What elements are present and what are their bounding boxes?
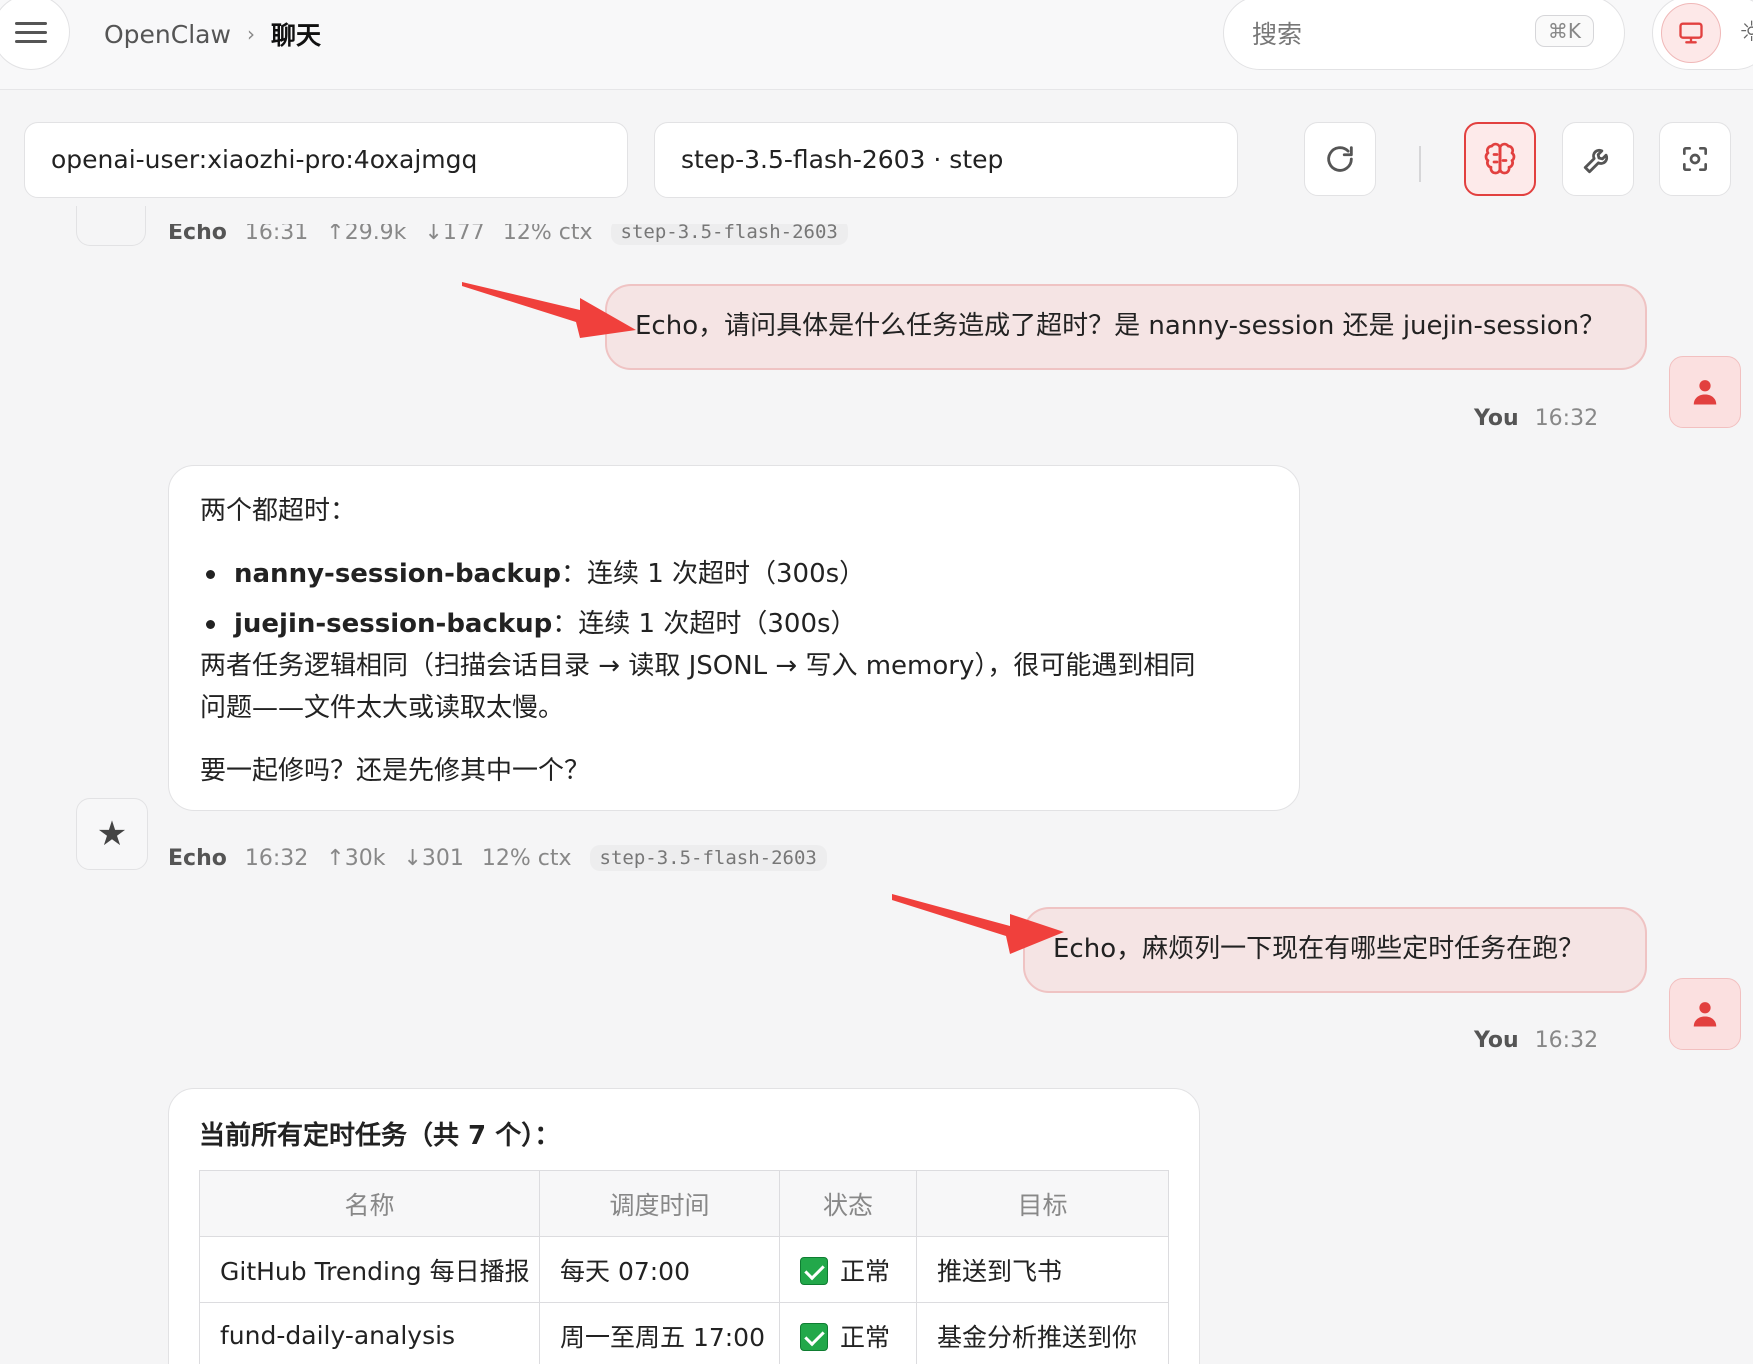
- annotation-arrow: [462, 282, 636, 338]
- menu-icon: [15, 16, 47, 49]
- task-name-cell: GitHub Trending 每日播报: [199, 1236, 540, 1303]
- thinking-toggle-button[interactable]: [1464, 122, 1536, 196]
- status-cell: 正常: [779, 1302, 917, 1364]
- message-meta: Echo 16:32 ↑30k ↓301 12% ctx step-3.5-fl…: [168, 845, 827, 871]
- message-title: 当前所有定时任务（共 7 个）：: [199, 1121, 561, 1151]
- task-name: nanny-session-backup: [234, 559, 561, 589]
- message-question: 要一起修吗？还是先修其中一个？: [200, 756, 591, 786]
- task-detail: ：连续 1 次超时（300s）: [560, 559, 866, 589]
- message-time: 16:31: [244, 224, 309, 245]
- breadcrumb-separator: ›: [246, 22, 255, 46]
- message-time: 16:32: [244, 845, 309, 871]
- refresh-icon: [1327, 146, 1353, 172]
- column-header: 目标: [916, 1170, 1169, 1237]
- message-meta: Echo 16:31 ↑29.9k ↓177 12% ctx step-3.5-…: [168, 224, 848, 252]
- tokens-down: ↓177: [424, 224, 485, 245]
- message-time: 16:32: [1534, 1028, 1599, 1053]
- wrench-icon: [1583, 148, 1609, 174]
- sender-name: You: [1474, 406, 1519, 431]
- message-intro: 两个都超时：: [200, 496, 357, 526]
- bullet-list: nanny-session-backup：连续 1 次超时（300s） juej…: [200, 549, 865, 649]
- status-cell: 正常: [779, 1236, 917, 1303]
- breadcrumb-current: 聊天: [270, 21, 321, 50]
- sun-icon[interactable]: ☼: [1739, 15, 1753, 48]
- column-header: 名称: [199, 1170, 540, 1237]
- status-text: 正常: [840, 1256, 891, 1286]
- assistant-avatar: [76, 206, 146, 246]
- focus-mode-button[interactable]: [1659, 122, 1731, 196]
- column-header: 调度时间: [539, 1170, 780, 1237]
- context-usage: 12% ctx: [502, 224, 593, 245]
- status-text: 正常: [840, 1322, 891, 1352]
- table-row: GitHub Trending 每日播报 每天 07:00 正常 推送到飞书: [199, 1236, 1169, 1303]
- target-cell: 基金分析推送到你: [916, 1302, 1169, 1364]
- sender-name: Echo: [168, 845, 227, 871]
- monitor-icon: [1679, 22, 1703, 44]
- task-detail: ：连续 1 次超时（300s）: [552, 609, 857, 639]
- theme-toggle: ☼: [1652, 0, 1753, 70]
- assistant-message: 两个都超时： nanny-session-backup：连续 1 次超时（300…: [168, 465, 1300, 811]
- context-usage: 12% ctx: [481, 845, 572, 871]
- menu-button[interactable]: [0, 0, 70, 70]
- top-bar: OpenClaw › 聊天 搜索 ⌘K ☼: [0, 0, 1753, 90]
- schedule-cell: 每天 07:00: [539, 1236, 780, 1303]
- task-name-cell: fund-daily-analysis: [199, 1302, 540, 1364]
- monitor-theme-button[interactable]: [1661, 3, 1721, 63]
- task-name: juejin-session-backup: [234, 609, 553, 639]
- user-message: Echo，麻烦列一下现在有哪些定时任务在跑？: [1023, 907, 1647, 993]
- user-icon: [1693, 380, 1717, 405]
- tokens-up: ↑29.9k: [326, 224, 407, 245]
- refresh-button[interactable]: [1304, 122, 1376, 196]
- session-select[interactable]: openai-user:xiaozhi-pro:4oxajmgq: [24, 122, 628, 198]
- sender-name: You: [1474, 1028, 1519, 1053]
- message-meta: You 16:32: [1474, 1028, 1598, 1053]
- sender-name: Echo: [168, 224, 227, 245]
- user-icon: [1693, 1002, 1717, 1027]
- search-input[interactable]: 搜索 ⌘K: [1223, 0, 1625, 70]
- message-time: 16:32: [1534, 406, 1599, 431]
- list-item: juejin-session-backup：连续 1 次超时（300s）: [200, 599, 865, 649]
- search-placeholder: 搜索: [1252, 20, 1303, 49]
- column-header: 状态: [779, 1170, 917, 1237]
- brain-icon: [1484, 142, 1516, 175]
- star-icon: ★: [96, 814, 128, 854]
- user-avatar: [1669, 978, 1741, 1050]
- list-item: nanny-session-backup：连续 1 次超时（300s）: [200, 549, 865, 599]
- table-row: fund-daily-analysis 周一至周五 17:00 正常 基金分析推…: [199, 1302, 1169, 1364]
- message-body-line: 两者任务逻辑相同（扫描会话目录 → 读取 JSONL → 写入 memory），…: [200, 651, 1196, 681]
- user-message: Echo，请问具体是什么任务造成了超时？是 nanny-session 还是 j…: [605, 284, 1647, 370]
- check-icon: [800, 1256, 828, 1285]
- model-select[interactable]: step-3.5-flash-2603 · step: [654, 122, 1238, 198]
- breadcrumb: OpenClaw › 聊天: [104, 16, 321, 52]
- target-cell: 推送到飞书: [916, 1236, 1169, 1303]
- search-shortcut: ⌘K: [1534, 15, 1594, 47]
- schedule-cell: 周一至周五 17:00: [539, 1302, 780, 1364]
- table-header-row: 名称 调度时间 状态 目标: [199, 1170, 1169, 1237]
- cron-task-table: 名称 调度时间 状态 目标 GitHub Trending 每日播报 每天 07…: [199, 1170, 1169, 1364]
- toolbar-divider: [1419, 146, 1421, 182]
- user-avatar: [1669, 356, 1741, 428]
- focus-icon: [1683, 147, 1707, 171]
- message-meta: You 16:32: [1474, 406, 1598, 431]
- assistant-message: 当前所有定时任务（共 7 个）： 名称 调度时间 状态 目标 GitHub Tr…: [168, 1088, 1200, 1364]
- message-body-line: 问题——文件太大或读取太慢。: [200, 693, 565, 723]
- tools-button[interactable]: [1562, 122, 1634, 196]
- model-tag: step-3.5-flash-2603: [589, 845, 827, 871]
- check-icon: [800, 1322, 828, 1351]
- assistant-avatar: ★: [76, 798, 148, 870]
- model-tag: step-3.5-flash-2603: [610, 224, 848, 245]
- tokens-down: ↓301: [403, 845, 464, 871]
- breadcrumb-root[interactable]: OpenClaw: [104, 20, 231, 49]
- annotation-arrow: [892, 894, 1064, 954]
- tokens-up: ↑30k: [326, 845, 386, 871]
